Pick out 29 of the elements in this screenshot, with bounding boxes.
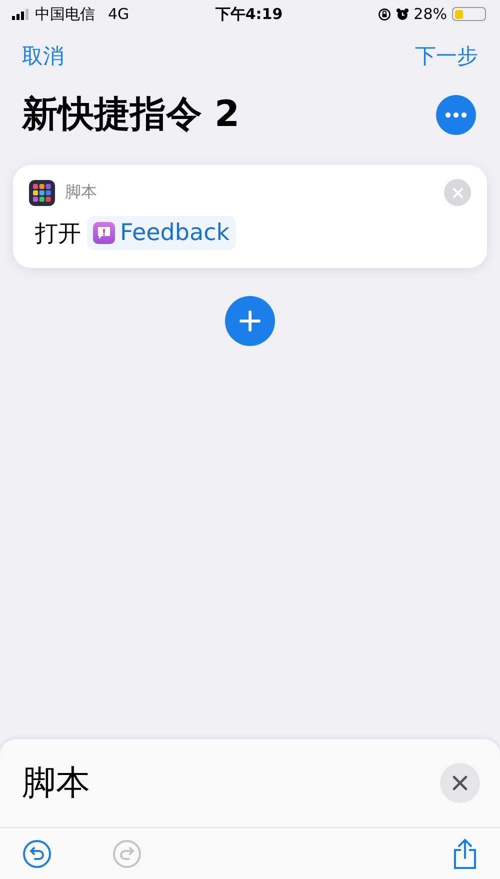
battery-icon [452,7,486,21]
status-time: 下午4:19 [215,4,283,24]
more-icon [445,112,467,118]
network-type: 4G [108,5,130,23]
action-category: 脚本 [65,182,98,203]
sheet-title: 脚本 [22,762,90,805]
more-button[interactable] [436,94,476,134]
close-icon [452,775,468,791]
app-token[interactable]: Feedback [87,216,236,250]
plus-icon [239,310,261,332]
close-button[interactable] [440,763,480,803]
action-verb: 打开 [35,220,81,248]
next-button[interactable]: 下一步 [415,42,478,70]
shortcut-title: 新快捷指令 2 [22,93,240,137]
add-action-button[interactable] [225,296,275,346]
close-icon [452,188,462,198]
cancel-button[interactable]: 取消 [22,42,64,70]
undo-icon [22,838,52,868]
signal-icon [12,8,30,20]
rotation-lock-icon [378,8,391,20]
share-button[interactable] [452,838,478,870]
undo-button[interactable] [22,838,52,868]
feedback-app-icon [93,222,115,244]
battery-percent: 28% [414,5,447,23]
carrier-name: 中国电信 [35,4,95,24]
scripting-app-icon [29,180,55,206]
redo-icon [112,838,142,868]
share-icon [452,838,478,870]
action-card[interactable]: 脚本 打开 Feedback [13,165,487,268]
